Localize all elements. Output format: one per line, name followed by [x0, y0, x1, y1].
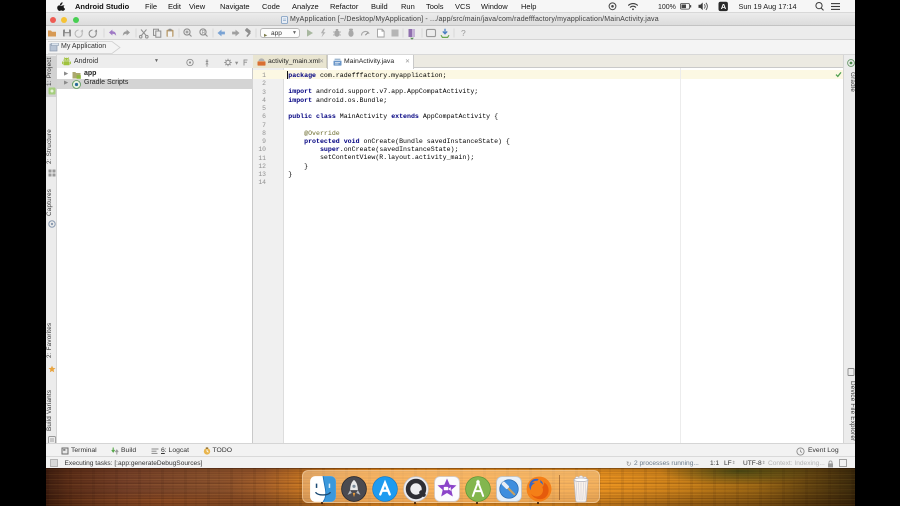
svg-text:?: ?	[461, 28, 466, 38]
svg-text:Sun 19 Aug 17:14: Sun 19 Aug 17:14	[739, 2, 797, 11]
svg-text:100%: 100%	[658, 4, 676, 11]
svg-text:A: A	[721, 2, 727, 11]
svg-text:R: R	[202, 30, 206, 36]
svg-text:▾: ▾	[235, 60, 239, 67]
